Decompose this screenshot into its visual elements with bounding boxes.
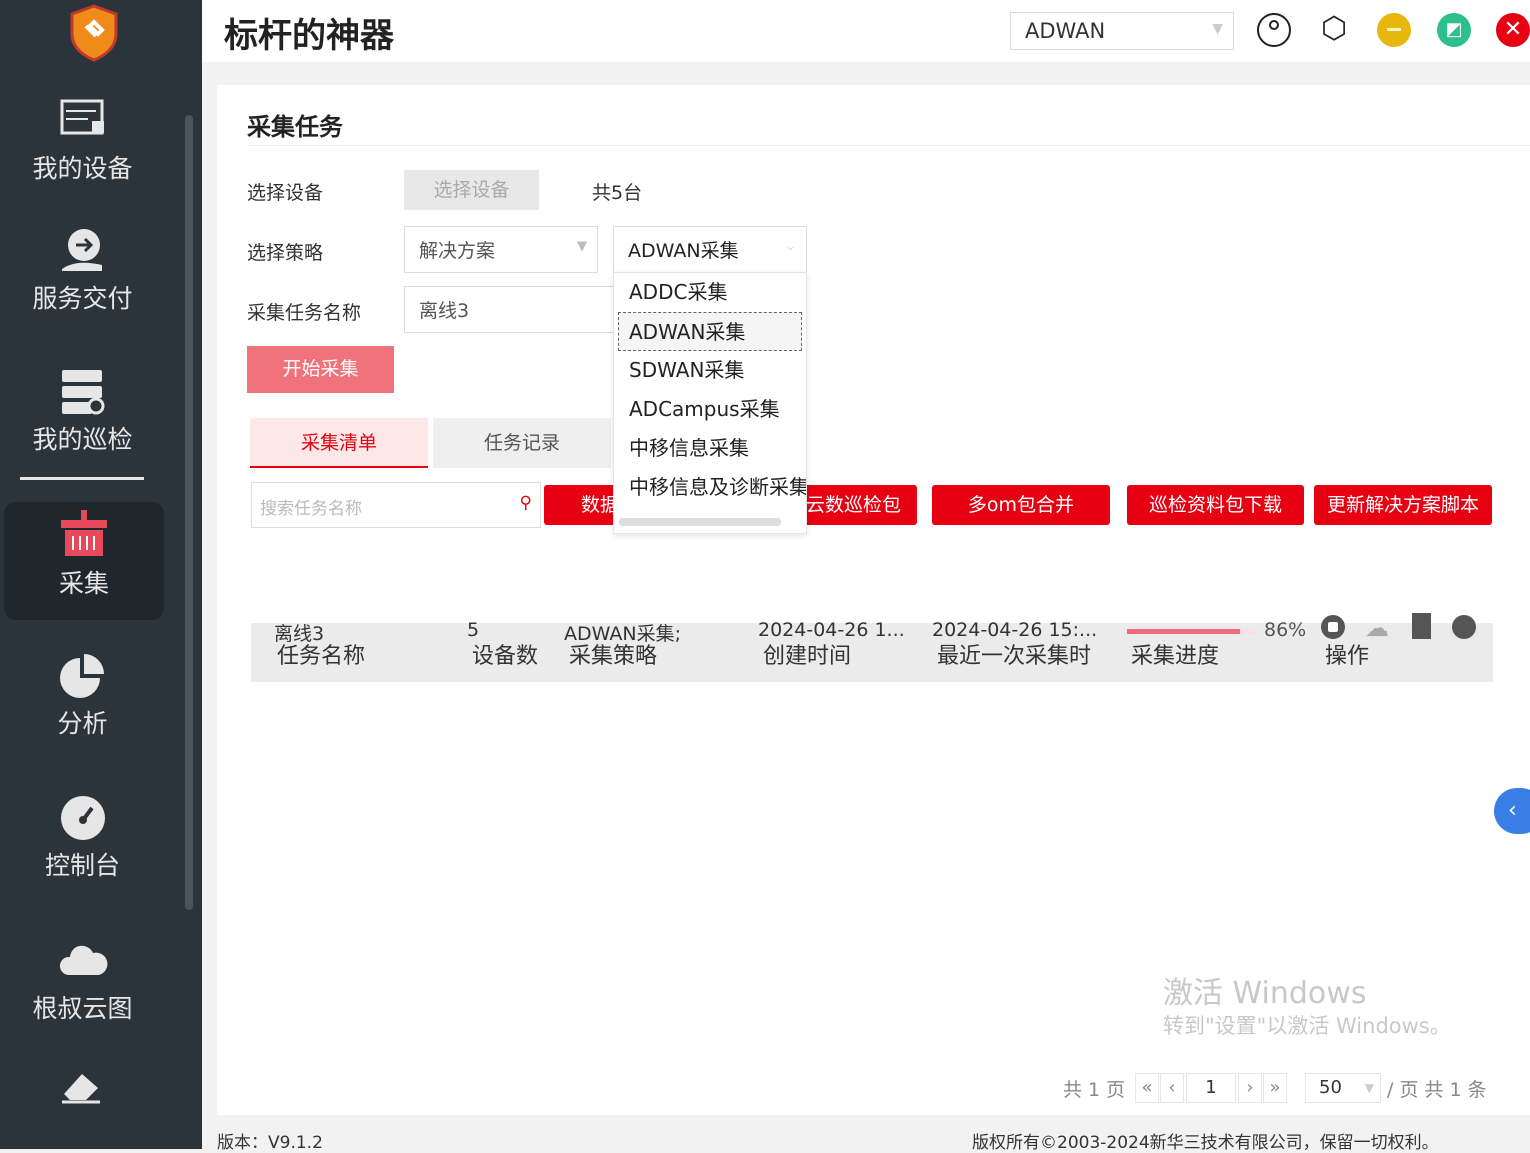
progress-fill — [1127, 629, 1240, 634]
cloud-icon — [59, 945, 107, 975]
chevron-down-icon: ▼ — [1212, 21, 1223, 37]
total-pages: 共 1 页 — [1063, 1079, 1126, 1101]
sidebar-item-service-delivery[interactable]: 服务交付 — [0, 225, 165, 345]
last-page-button[interactable]: » — [1263, 1073, 1287, 1103]
sidebar: 我的设备 服务交付 我的巡检 采集 分析 控制台 根叔云图 — [0, 0, 202, 1149]
dropdown-scrollbar[interactable] — [619, 518, 781, 526]
policy-value-select[interactable]: ADWAN采集 ⌄ — [613, 226, 807, 273]
version-label: 版本：V9.1.2 — [217, 1133, 323, 1153]
dropdown-option-selected[interactable]: ADWAN采集 — [618, 312, 802, 351]
chevron-down-icon: ▼ — [1364, 1081, 1374, 1095]
download-inspection-package-button[interactable]: 巡检资料包下载 — [1127, 485, 1304, 525]
product-select-value: ADWAN — [1025, 19, 1106, 43]
delete-icon[interactable] — [1452, 615, 1476, 639]
document-icon[interactable] — [1412, 613, 1431, 639]
device-icon — [60, 99, 104, 135]
cell-device-count: 5 — [467, 619, 480, 641]
sidebar-item-console[interactable]: 控制台 — [0, 792, 165, 912]
select-device-button[interactable]: 选择设备 — [404, 170, 539, 210]
chevron-down-icon: ⌄ — [785, 239, 796, 254]
sidebar-scrollbar[interactable] — [185, 115, 193, 910]
cell-task-name: 离线3 — [274, 623, 325, 645]
start-collect-button[interactable]: 开始采集 — [247, 346, 394, 393]
copyright: 版权所有©2003-2024新华三技术有限公司，保留一切权利。 — [972, 1133, 1439, 1153]
table-row: 离线3 5 ADWAN采集; 2024-04-26 1... 2024-04-2… — [251, 605, 1493, 657]
sidebar-item-label: 根叔云图 — [32, 994, 133, 1023]
pie-chart-icon — [59, 654, 104, 698]
dropdown-option[interactable]: SDWAN采集 — [614, 351, 806, 390]
policy-value: ADWAN采集 — [628, 240, 739, 262]
app-title: 标杆的神器 — [224, 16, 394, 56]
dropdown-option[interactable]: ADCampus采集 — [614, 390, 806, 429]
page-size-value: 50 — [1319, 1077, 1342, 1098]
tab-task-records[interactable]: 任务记录 — [433, 418, 611, 468]
next-page-button[interactable]: › — [1238, 1073, 1262, 1103]
sidebar-item-my-devices[interactable]: 我的设备 — [0, 95, 165, 215]
sidebar-item-label: 我的设备 — [32, 154, 133, 183]
task-name-label: 采集任务名称 — [247, 302, 362, 324]
select-policy-label: 选择策略 — [247, 242, 324, 264]
divider — [247, 145, 1530, 146]
search-input[interactable]: 搜索任务名称 ⚲ — [251, 482, 541, 528]
dropdown-option[interactable]: 中移信息及诊断采集 — [614, 468, 806, 507]
search-icon[interactable]: ⚲ — [520, 493, 532, 513]
prev-page-button[interactable]: ‹ — [1160, 1073, 1184, 1103]
sidebar-item-label: 我的巡检 — [32, 425, 133, 454]
update-solution-script-button[interactable]: 更新解决方案脚本 — [1314, 485, 1492, 525]
cell-policy: ADWAN采集; — [564, 623, 681, 645]
search-placeholder: 搜索任务名称 — [260, 499, 362, 519]
page-size-select[interactable]: 50 ▼ — [1305, 1073, 1381, 1103]
windows-watermark-subtitle: 转到"设置"以激活 Windows。 — [1163, 1014, 1451, 1038]
select-device-label: 选择设备 — [247, 182, 324, 204]
data-action-button[interactable]: 数据 — [544, 485, 624, 525]
close-button[interactable]: ✕ — [1496, 13, 1530, 47]
page-input[interactable]: 1 — [1186, 1073, 1236, 1103]
stop-icon[interactable] — [1321, 615, 1345, 639]
user-icon[interactable] — [1257, 13, 1291, 47]
task-name-input[interactable]: 离线3 — [404, 286, 624, 333]
progress-bar — [1127, 629, 1258, 634]
page-title: 采集任务 — [247, 113, 343, 141]
sidebar-item-label: 服务交付 — [32, 284, 133, 313]
divider — [20, 477, 144, 480]
policy-type-value: 解决方案 — [419, 240, 496, 262]
sidebar-item-my-inspection[interactable]: 我的巡检 — [0, 366, 165, 486]
tab-collect-list[interactable]: 采集清单 — [250, 418, 428, 468]
sidebar-item-collect[interactable]: 采集 — [4, 502, 164, 620]
settings-icon[interactable]: ⬡ — [1317, 13, 1351, 47]
sidebar-item-label: 控制台 — [44, 851, 120, 880]
cell-last-collect: 2024-04-26 15:... — [932, 619, 1098, 641]
merge-om-package-button[interactable]: 多om包合并 — [932, 485, 1110, 525]
chevron-down-icon: ▼ — [577, 239, 587, 254]
policy-dropdown-menu: ADDC采集 ADWAN采集 SDWAN采集 ADCampus采集 中移信息采集… — [613, 272, 807, 534]
progress-label: 86% — [1264, 619, 1307, 641]
eraser-icon[interactable] — [60, 1068, 104, 1104]
restore-button[interactable]: ◩ — [1437, 13, 1471, 47]
page-summary: / 页 共 1 条 — [1387, 1079, 1487, 1101]
top-bar: 标杆的神器 ADWAN ▼ ⬡ ◩ ✕ — [202, 0, 1530, 62]
windows-watermark-title: 激活 Windows — [1163, 976, 1367, 1011]
inspection-icon — [61, 370, 104, 415]
sidebar-item-label: 采集 — [58, 569, 109, 598]
cell-created: 2024-04-26 1... — [758, 619, 905, 641]
sidebar-item-label: 分析 — [57, 709, 108, 738]
sidebar-item-analysis[interactable]: 分析 — [0, 650, 165, 770]
collect-icon — [61, 510, 107, 556]
collect-task-panel: 采集任务 选择设备 选择设备 共5台 选择策略 解决方案 ▼ ADWAN采集 ⌄ 采… — [217, 85, 1530, 1115]
device-count: 共5台 — [592, 182, 643, 204]
product-select[interactable]: ADWAN ▼ — [1010, 12, 1234, 50]
minimize-button[interactable] — [1377, 13, 1411, 47]
policy-type-select[interactable]: 解决方案 ▼ — [404, 226, 598, 273]
first-page-button[interactable]: « — [1135, 1073, 1159, 1103]
dropdown-option[interactable]: ADDC采集 — [614, 273, 806, 312]
sidebar-item-cloud-map[interactable]: 根叔云图 — [0, 935, 165, 1055]
cloud-download-icon[interactable]: ☁ — [1365, 614, 1389, 642]
dashboard-icon — [60, 796, 105, 840]
logo-shield-icon — [70, 4, 118, 62]
delivery-icon — [61, 229, 102, 271]
dropdown-option[interactable]: 中移信息采集 — [614, 429, 806, 468]
